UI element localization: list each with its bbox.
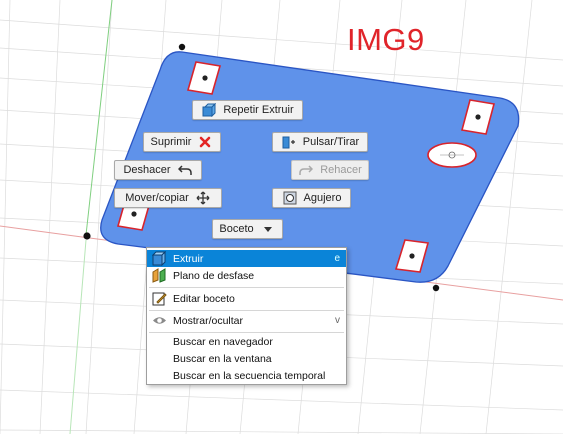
circular-hole[interactable] (427, 142, 477, 168)
undo-icon (177, 162, 193, 178)
redo-icon (298, 162, 314, 178)
press-pull-button[interactable]: Pulsar/Tirar (272, 132, 368, 152)
menu-item-edit-sketch[interactable]: Editar boceto (147, 290, 346, 307)
undo-button[interactable]: Deshacer (114, 160, 202, 180)
delete-button[interactable]: Suprimir (143, 132, 221, 152)
extrude-icon (151, 250, 167, 267)
menu-separator (149, 287, 344, 288)
hole-button[interactable]: Agujero (272, 188, 351, 208)
menu-item-offset-plane[interactable]: Plano de desfase (147, 267, 346, 284)
extrude-icon (201, 102, 217, 118)
close-icon (197, 134, 213, 150)
move-icon (195, 190, 211, 206)
menu-item-show-hide[interactable]: Mostrar/ocultar v (147, 312, 346, 329)
menu-item-find-in-browser[interactable]: Buscar en navegador (147, 333, 346, 350)
hole-icon (282, 190, 298, 206)
y-axis-negative (69, 239, 87, 435)
vertex-point[interactable] (178, 43, 186, 51)
vertex-point[interactable] (432, 284, 440, 292)
menu-item-find-in-timeline[interactable]: Buscar en la secuencia temporal (147, 367, 346, 384)
x-axis-negative (0, 225, 83, 238)
menu-item-find-in-window[interactable]: Buscar en la ventana (147, 350, 346, 367)
menu-separator (149, 310, 344, 311)
redo-button[interactable]: Rehacer (291, 160, 369, 180)
context-menu: Extruir e Plano de desfase Editar boceto… (146, 247, 347, 385)
origin-point[interactable] (83, 232, 91, 240)
edit-sketch-icon (152, 291, 167, 306)
image-label: IMG9 (347, 22, 425, 57)
eye-icon (152, 313, 167, 328)
press-pull-icon (281, 134, 297, 150)
repeat-extrude-button[interactable]: Repetir Extruir (192, 100, 303, 120)
sketch-dropdown-button[interactable]: Boceto (212, 219, 283, 239)
offset-plane-icon (152, 268, 167, 283)
menu-item-extrude[interactable]: Extruir e (147, 250, 346, 267)
dropdown-arrow-icon (260, 221, 276, 237)
y-axis (85, 0, 113, 236)
move-copy-button[interactable]: Mover/copiar (114, 188, 222, 208)
